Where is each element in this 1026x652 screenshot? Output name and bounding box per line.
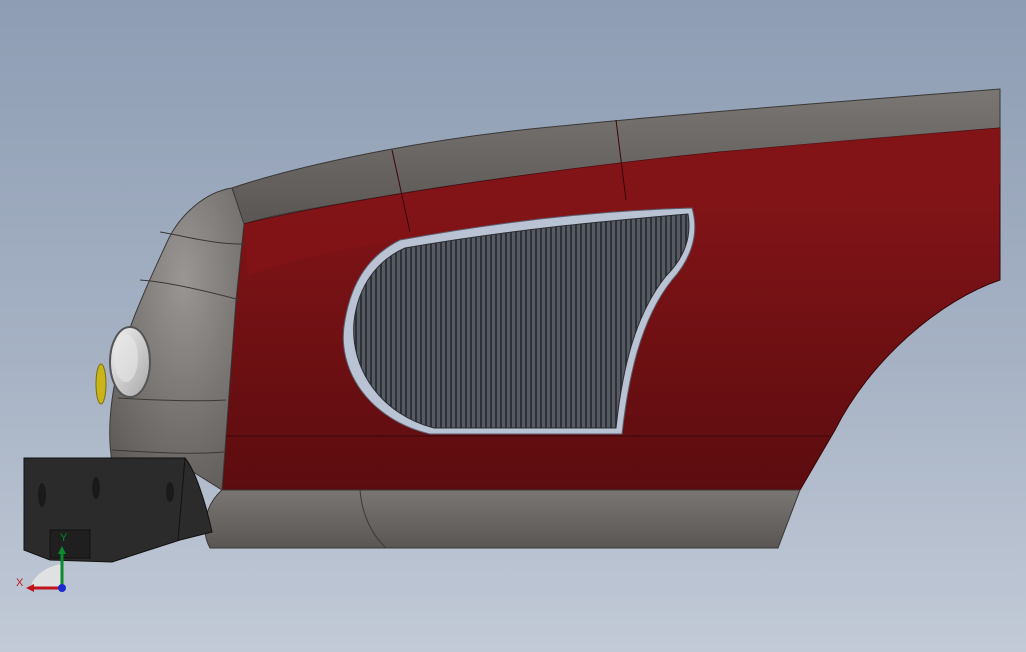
triad-z-axis	[58, 584, 66, 592]
lower-sill	[204, 489, 801, 549]
cad-viewport[interactable]: X Y	[0, 0, 1026, 652]
axis-x-label: X	[16, 577, 24, 589]
axis-y-label: Y	[60, 532, 68, 544]
car-front-body-model[interactable]	[0, 0, 1026, 652]
turn-signal	[95, 363, 107, 405]
